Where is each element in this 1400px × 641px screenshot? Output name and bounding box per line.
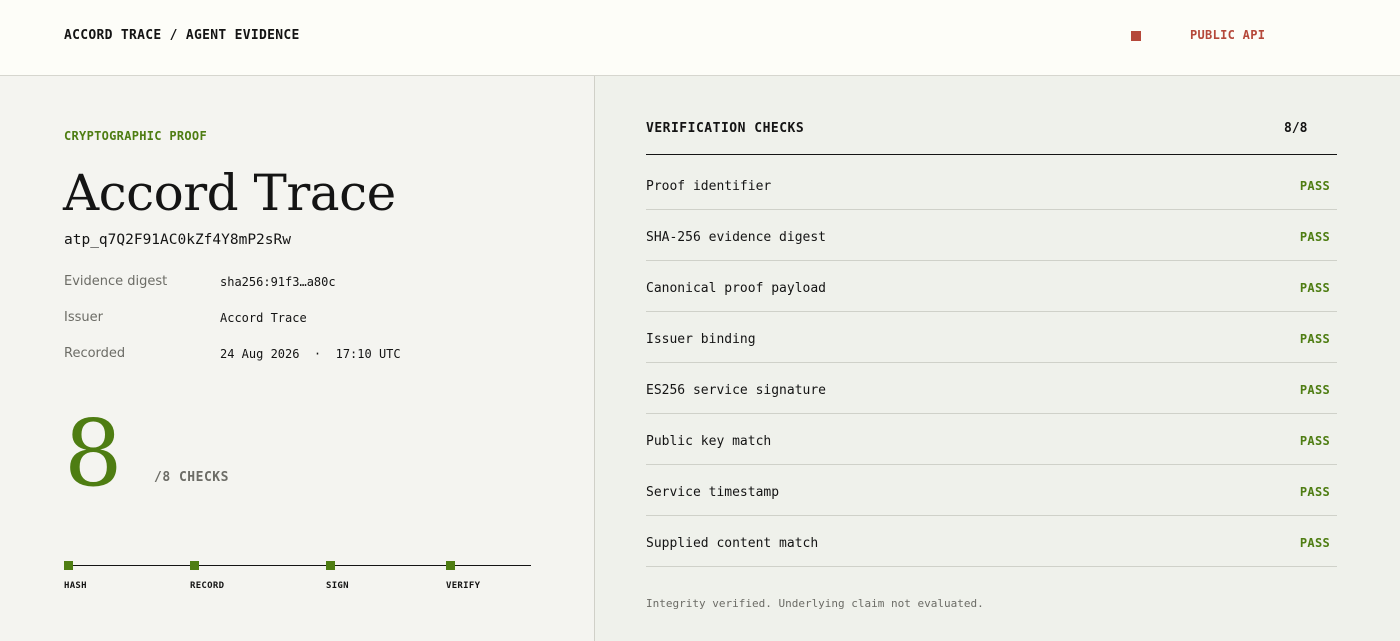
check-status-badge: PASS <box>1299 332 1330 346</box>
integrity-footnote: Integrity verified. Underlying claim not… <box>646 597 984 610</box>
section-eyebrow: CRYPTOGRAPHIC PROOF <box>64 129 207 143</box>
check-status-badge: PASS <box>1299 485 1330 499</box>
progress-track <box>64 565 531 566</box>
api-status-square-icon <box>1131 31 1141 41</box>
meta-label-issuer: Issuer <box>64 310 103 325</box>
passed-count: 8 <box>64 400 123 507</box>
breadcrumb: ACCORD TRACE / AGENT EVIDENCE <box>64 28 300 43</box>
check-name: SHA-256 evidence digest <box>646 230 827 245</box>
check-row: Proof identifier PASS <box>646 159 1337 210</box>
meta-value-digest: sha256:91f3…a80c <box>220 275 336 289</box>
checks-divider <box>646 154 1337 155</box>
step-sign-label: SIGN <box>326 581 349 591</box>
check-row: Canonical proof payload PASS <box>646 261 1337 312</box>
step-hash-label: HASH <box>64 581 87 591</box>
step-hash-marker <box>64 561 73 570</box>
step-sign-marker <box>326 561 335 570</box>
check-name: Public key match <box>646 434 772 449</box>
meta-value-recorded: 24 Aug 2026 · 17:10 UTC <box>220 347 401 361</box>
verification-checks-panel: VERIFICATION CHECKS 8/8 Proof identifier… <box>595 76 1400 641</box>
step-record-label: RECORD <box>190 581 225 591</box>
check-name: ES256 service signature <box>646 383 827 398</box>
meta-value-issuer: Accord Trace <box>220 311 307 325</box>
proof-id: atp_q7Q2F91AC0kZf4Y8mP2sRw <box>64 232 291 248</box>
check-row: ES256 service signature PASS <box>646 363 1337 414</box>
check-row: Issuer binding PASS <box>646 312 1337 363</box>
check-name: Proof identifier <box>646 179 772 194</box>
check-status-badge: PASS <box>1299 230 1330 244</box>
meta-label-recorded: Recorded <box>64 346 126 361</box>
check-name: Supplied content match <box>646 536 819 551</box>
check-name: Canonical proof payload <box>646 281 827 296</box>
check-name: Service timestamp <box>646 485 780 500</box>
check-status-badge: PASS <box>1299 383 1330 397</box>
meta-label-digest: Evidence digest <box>64 274 168 289</box>
check-row: SHA-256 evidence digest PASS <box>646 210 1337 261</box>
checks-total-label: /8 CHECKS <box>154 470 229 485</box>
check-status-badge: PASS <box>1299 179 1330 193</box>
public-api-link[interactable]: PUBLIC API <box>1190 28 1265 42</box>
page-title: Accord Trace <box>63 164 396 222</box>
checks-count: 8/8 <box>1284 121 1308 136</box>
top-bar: ACCORD TRACE / AGENT EVIDENCE PUBLIC API <box>0 0 1400 76</box>
proof-summary-panel: CRYPTOGRAPHIC PROOF Accord Trace atp_q7Q… <box>0 76 595 641</box>
check-row: Public key match PASS <box>646 414 1337 465</box>
step-verify-label: VERIFY <box>446 581 481 591</box>
check-status-badge: PASS <box>1299 281 1330 295</box>
step-record-marker <box>190 561 199 570</box>
check-status-badge: PASS <box>1299 536 1330 550</box>
check-status-badge: PASS <box>1299 434 1330 448</box>
check-row: Supplied content match PASS <box>646 516 1337 567</box>
check-name: Issuer binding <box>646 332 756 347</box>
checks-heading: VERIFICATION CHECKS <box>646 121 805 136</box>
step-verify-marker <box>446 561 455 570</box>
check-row: Service timestamp PASS <box>646 465 1337 516</box>
